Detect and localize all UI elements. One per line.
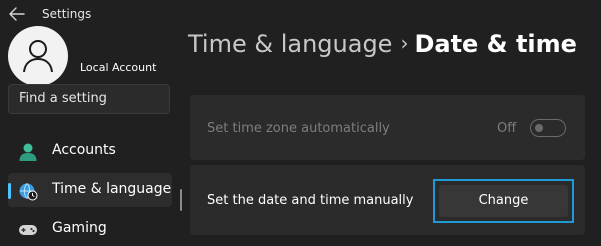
user-silhouette-icon: [23, 40, 53, 73]
breadcrumb-separator: ›: [400, 31, 409, 55]
person-icon: [19, 143, 37, 161]
change-button-focus-ring[interactable]: Change: [433, 179, 574, 223]
toggle-state-text: Off: [497, 121, 517, 136]
timezone-auto-label: Set time zone automatically: [207, 121, 390, 136]
app-title: Settings: [42, 7, 92, 21]
active-indicator: [8, 183, 11, 199]
toggle-knob: [535, 124, 543, 132]
page-title: Date & time: [414, 30, 577, 58]
sidebar-item-time-language[interactable]: Time & language: [8, 173, 172, 207]
sidebar-item-accounts[interactable]: Accounts: [8, 134, 172, 168]
timezone-auto-setting: Set time zone automatically Off: [190, 95, 585, 160]
change-button[interactable]: Change: [439, 185, 568, 217]
manual-date-setting: Set the date and time manually Change: [190, 165, 585, 235]
sidebar-scrollbar[interactable]: [180, 189, 182, 211]
manual-date-label: Set the date and time manually: [207, 193, 414, 208]
breadcrumb-parent[interactable]: Time & language: [188, 30, 392, 58]
gamepad-icon: [19, 225, 37, 235]
globe-clock-icon: [19, 183, 38, 201]
sidebar-item-label: Accounts: [52, 142, 116, 158]
title-bar: Settings: [0, 0, 601, 30]
timezone-auto-toggle[interactable]: [530, 119, 566, 137]
avatar[interactable]: [8, 26, 68, 86]
sidebar-item-label: Time & language: [52, 181, 172, 197]
account-name: Local Account: [80, 61, 157, 74]
back-arrow-icon[interactable]: [8, 6, 26, 22]
breadcrumb: Time & language › Date & time: [188, 30, 577, 58]
search-input[interactable]: Find a setting: [8, 84, 170, 114]
sidebar-item-label: Gaming: [52, 220, 107, 236]
